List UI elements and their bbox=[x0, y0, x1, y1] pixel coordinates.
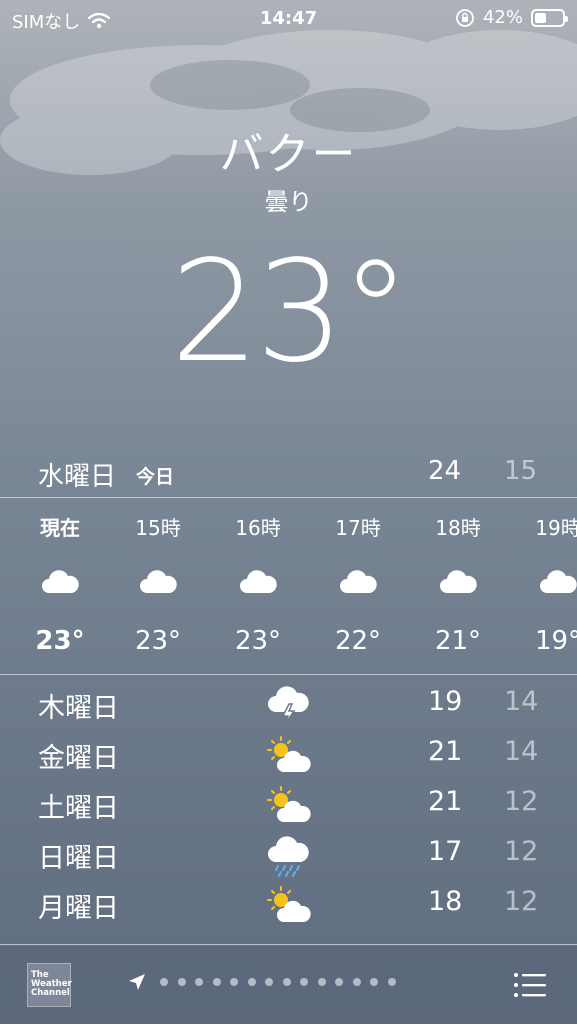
daily-low: 12 bbox=[504, 836, 539, 867]
current-temperature: 23° bbox=[170, 231, 410, 394]
daily-row: 木曜日 19 14 bbox=[0, 680, 577, 730]
divider bbox=[0, 944, 577, 945]
hour-label: 15時 bbox=[135, 516, 181, 540]
page-dot[interactable] bbox=[247, 978, 256, 986]
cloud-icon bbox=[540, 570, 577, 593]
partly-cloudy-icon bbox=[267, 786, 311, 822]
divider bbox=[0, 674, 577, 675]
hour-label: 現在 bbox=[40, 516, 80, 540]
city-name: バクー bbox=[219, 129, 358, 180]
weather-condition: 曇り bbox=[264, 188, 313, 216]
page-dot[interactable] bbox=[195, 978, 203, 986]
cloud-icon bbox=[140, 570, 177, 593]
daily-low: 14 bbox=[504, 736, 539, 767]
daily-day: 月曜日 bbox=[38, 893, 119, 924]
daily-row: 金曜日 21 14 bbox=[0, 730, 577, 780]
battery-percent: 42% bbox=[482, 7, 523, 28]
partly-cloudy-icon bbox=[267, 736, 311, 772]
page-dot[interactable] bbox=[387, 978, 396, 986]
today-row: 水曜日 今日 24 15 bbox=[0, 448, 577, 496]
page-dot[interactable] bbox=[370, 978, 378, 986]
hour-item: 18時 21° bbox=[408, 498, 508, 674]
page-dot[interactable] bbox=[352, 978, 361, 986]
hour-temp: 21° bbox=[434, 626, 482, 656]
today-high: 24 bbox=[428, 456, 462, 486]
battery-icon bbox=[531, 8, 568, 27]
daily-high: 21 bbox=[428, 736, 463, 767]
hour-label: 19時 bbox=[535, 516, 577, 540]
hour-temp: 22° bbox=[334, 626, 382, 656]
page-dot[interactable] bbox=[177, 978, 186, 986]
page-dot[interactable] bbox=[317, 978, 326, 986]
daily-day: 土曜日 bbox=[38, 793, 119, 824]
hour-item: 15時 23° bbox=[108, 498, 208, 674]
weather-channel-logo[interactable]: The Weather Channel bbox=[27, 963, 72, 1007]
daily-high: 18 bbox=[428, 886, 463, 917]
hour-item: 16時 23° bbox=[208, 498, 308, 674]
page-dot[interactable] bbox=[282, 978, 291, 986]
status-bar: SIMなし 14:47 42% bbox=[0, 0, 577, 38]
cloud-icon bbox=[440, 570, 477, 593]
hour-temp: 23° bbox=[134, 626, 182, 656]
daily-low: 14 bbox=[504, 686, 539, 717]
logo-text: The Weather Channel bbox=[31, 970, 72, 998]
location-arrow-icon[interactable] bbox=[127, 972, 147, 992]
orientation-lock-icon bbox=[456, 8, 474, 27]
daily-day: 金曜日 bbox=[38, 743, 119, 774]
page-dot[interactable] bbox=[212, 978, 221, 986]
thunderstorm-icon bbox=[268, 686, 309, 725]
daily-low: 12 bbox=[504, 786, 539, 817]
cloud-icon bbox=[240, 570, 277, 593]
hour-label: 16時 bbox=[235, 516, 281, 540]
hour-temp: 19° bbox=[534, 626, 577, 656]
cloud-icon bbox=[340, 570, 377, 593]
hour-temp: 23° bbox=[234, 626, 282, 656]
daily-row: 土曜日 21 12 bbox=[0, 780, 577, 830]
page-dot[interactable] bbox=[300, 978, 308, 986]
cloud-icon bbox=[42, 570, 79, 593]
hour-item: 17時 22° bbox=[308, 498, 408, 674]
page-dot[interactable] bbox=[160, 978, 168, 986]
hour-label: 17時 bbox=[335, 516, 381, 540]
daily-row: 月曜日 18 12 bbox=[0, 880, 577, 930]
hour-item: 現在 23° bbox=[10, 498, 110, 674]
rain-icon bbox=[268, 836, 309, 877]
page-dot[interactable] bbox=[230, 978, 238, 986]
hour-label: 18時 bbox=[435, 516, 481, 540]
today-day: 水曜日 bbox=[38, 462, 117, 492]
page-dot[interactable] bbox=[265, 978, 273, 986]
daily-high: 19 bbox=[428, 686, 463, 717]
partly-cloudy-icon bbox=[267, 886, 311, 922]
today-low: 15 bbox=[504, 456, 538, 486]
page-indicator[interactable] bbox=[160, 978, 396, 986]
today-tag: 今日 bbox=[136, 466, 175, 488]
daily-day: 木曜日 bbox=[38, 693, 119, 724]
bottom-toolbar: The Weather Channel bbox=[0, 946, 577, 1024]
daily-day: 日曜日 bbox=[38, 843, 119, 874]
daily-row: 日曜日 17 12 bbox=[0, 830, 577, 880]
page-dot[interactable] bbox=[335, 978, 343, 986]
daily-low: 12 bbox=[504, 886, 539, 917]
hour-item: 19時 19° bbox=[508, 498, 577, 674]
daily-high: 17 bbox=[428, 836, 463, 867]
city-list-icon[interactable] bbox=[513, 972, 547, 998]
hourly-forecast[interactable]: 現在 23° 15時 23° 16時 23° 17時 22° 18時 21° 1… bbox=[0, 498, 577, 674]
daily-high: 21 bbox=[428, 786, 463, 817]
hour-temp: 23° bbox=[35, 626, 85, 656]
